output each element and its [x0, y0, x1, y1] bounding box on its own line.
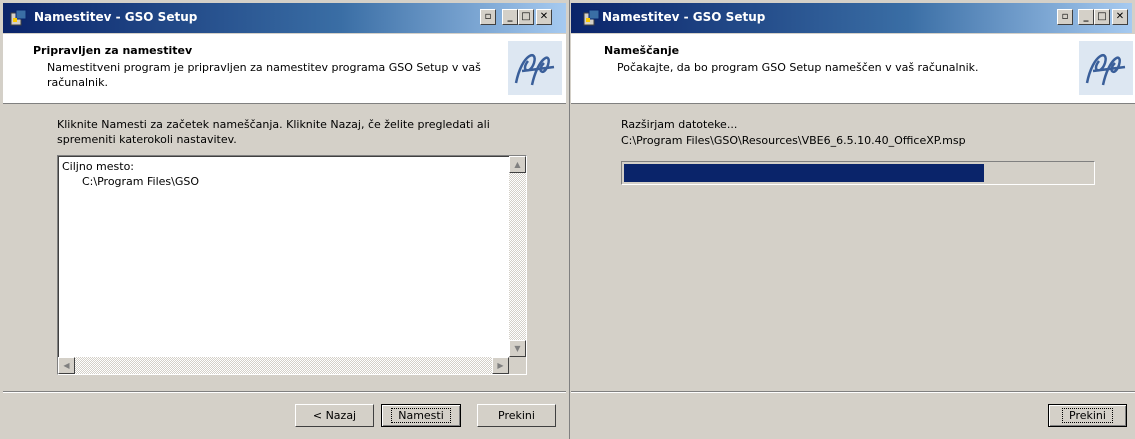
page-title: Nameščanje: [604, 44, 680, 57]
install-progress-bar: [621, 161, 1095, 185]
instructions-line-2: spremeniti katerokoli nastavitev.: [57, 133, 237, 146]
cancel-button[interactable]: Prekini: [1048, 404, 1127, 427]
title-bar[interactable]: Namestitev - GSO Setup ▫ _ □ ✕: [3, 3, 566, 33]
setup-app-icon: [583, 9, 600, 26]
footer-separator: [3, 391, 566, 393]
close-icon[interactable]: ✕: [536, 9, 552, 25]
scroll-up-icon[interactable]: ▲: [509, 156, 526, 173]
window-title: Namestitev - GSO Setup: [602, 10, 766, 24]
wizard-header: Nameščanje Počakajte, da bo program GSO …: [571, 34, 1135, 104]
instructions-line-1: Kliknite Namesti za začetek nameščanja. …: [57, 118, 490, 131]
setup-app-icon: [10, 9, 27, 26]
brand-logo: [508, 41, 562, 95]
cancel-button-label: Prekini: [1062, 408, 1113, 423]
scroll-right-icon[interactable]: ▶: [492, 357, 509, 374]
minimize-icon[interactable]: _: [502, 9, 518, 25]
horizontal-scrollbar[interactable]: ◀ ▶: [58, 357, 509, 374]
scrollbar-corner: [509, 357, 526, 374]
install-summary-memo[interactable]: Ciljno mesto: C:\Program Files\GSO ▲ ▼ ◀…: [57, 155, 527, 375]
maximize-icon[interactable]: □: [1094, 9, 1110, 25]
page-subtitle: Namestitveni program je pripravljen za n…: [47, 61, 481, 89]
page-title: Pripravljen za namestitev: [33, 44, 193, 57]
install-button[interactable]: Namesti: [381, 404, 461, 427]
minimize-icon[interactable]: _: [1078, 9, 1094, 25]
scroll-down-icon[interactable]: ▼: [509, 340, 526, 357]
setup-window-installing: Namestitev - GSO Setup ▫ _ □ ✕ Nameščanj…: [571, 0, 1135, 439]
memo-value: C:\Program Files\GSO: [82, 175, 200, 188]
page-subtitle: Počakajte, da bo program GSO Setup nameš…: [617, 61, 979, 74]
vertical-scrollbar[interactable]: ▲ ▼: [509, 156, 526, 357]
back-button[interactable]: < Nazaj: [295, 404, 374, 427]
progress-fill: [624, 164, 985, 182]
status-text: Razširjam datoteke...: [621, 118, 738, 131]
scroll-left-icon[interactable]: ◀: [58, 357, 75, 374]
setup-window-ready: Namestitev - GSO Setup ▫ _ □ ✕ Pripravlj…: [0, 0, 570, 439]
wizard-header: Pripravljen za namestitev Namestitveni p…: [3, 34, 566, 104]
title-bar[interactable]: Namestitev - GSO Setup ▫ _ □ ✕: [571, 3, 1132, 33]
restore-icon[interactable]: ▫: [480, 9, 496, 25]
footer-separator: [571, 391, 1135, 393]
cancel-button[interactable]: Prekini: [477, 404, 556, 427]
install-button-label: Namesti: [391, 408, 451, 423]
brand-logo: [1079, 41, 1133, 95]
current-file-path: C:\Program Files\GSO\Resources\VBE6_6.5.…: [621, 134, 966, 147]
maximize-icon[interactable]: □: [518, 9, 534, 25]
restore-icon[interactable]: ▫: [1057, 9, 1073, 25]
window-title: Namestitev - GSO Setup: [34, 10, 198, 24]
memo-label: Ciljno mesto:: [62, 160, 135, 173]
close-icon[interactable]: ✕: [1112, 9, 1128, 25]
